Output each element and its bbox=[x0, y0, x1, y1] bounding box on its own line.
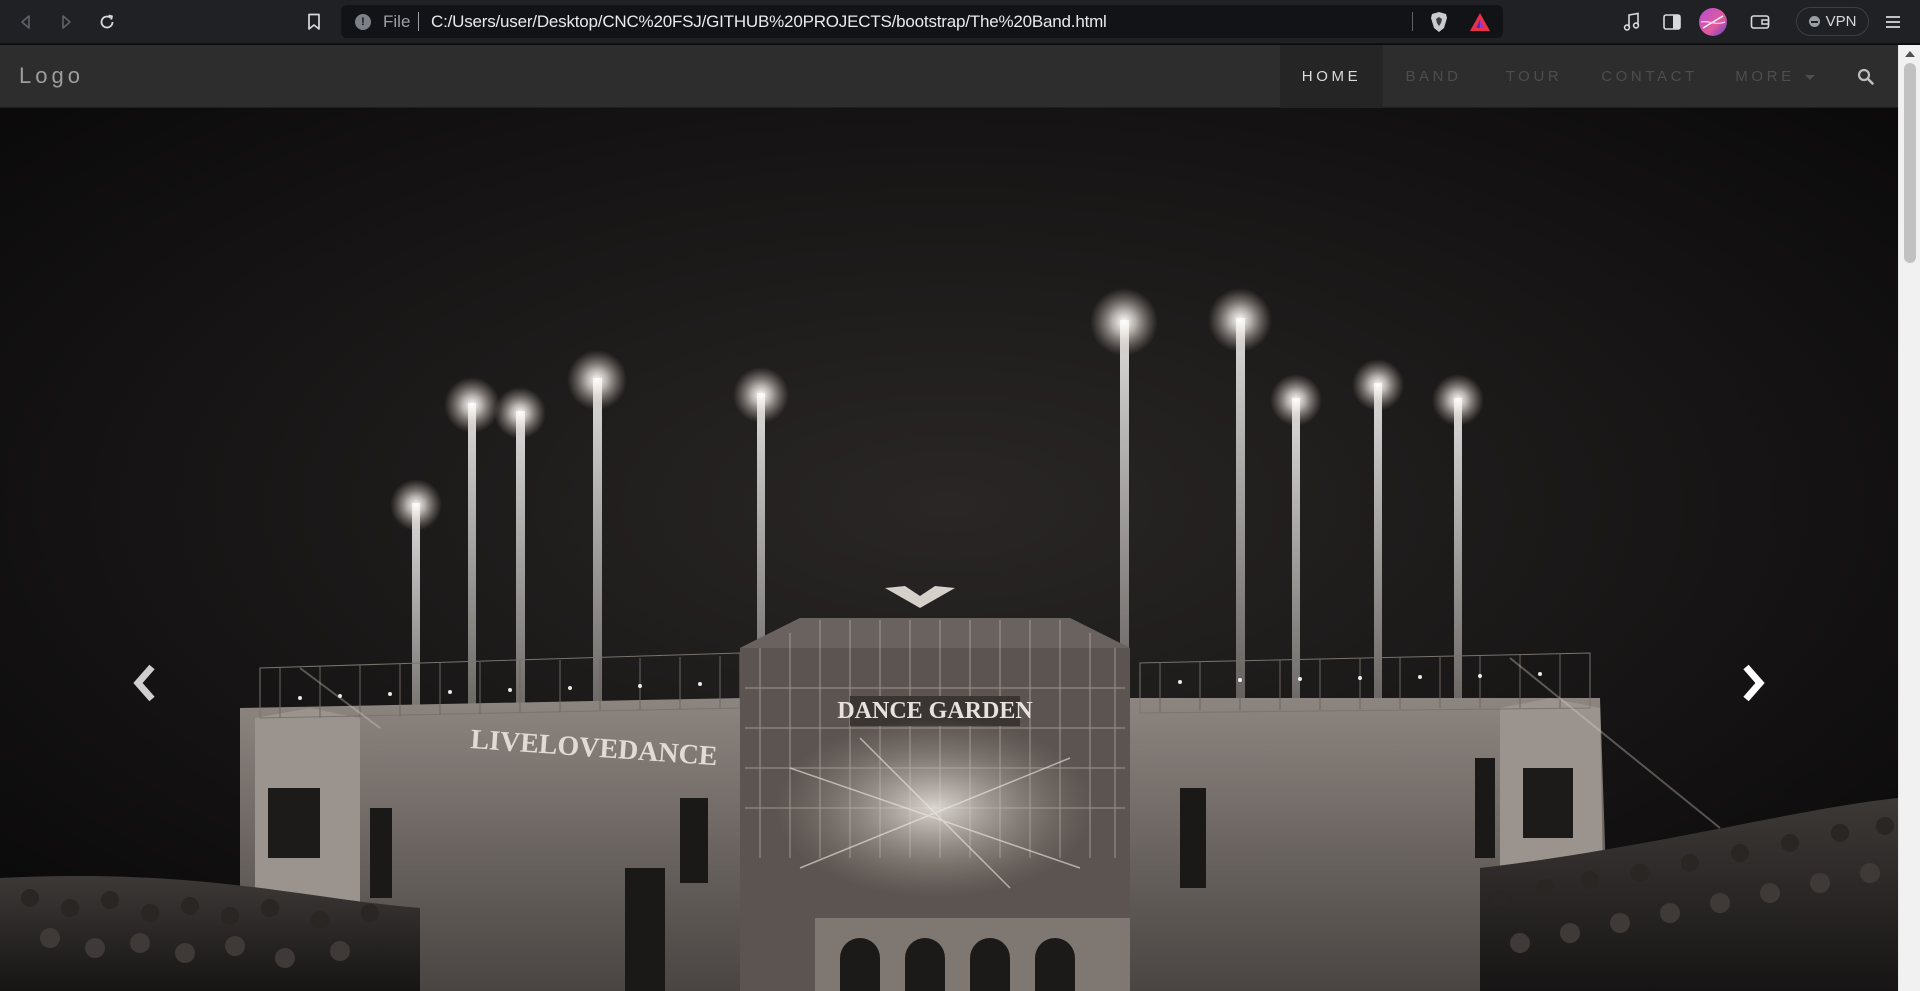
vpn-button[interactable]: VPN bbox=[1796, 7, 1869, 36]
brave-rewards-icon[interactable] bbox=[1469, 12, 1491, 32]
nav-home-label: HOME bbox=[1301, 68, 1362, 85]
bookmark-icon[interactable] bbox=[302, 9, 326, 35]
nav-band[interactable]: BAND bbox=[1383, 45, 1484, 108]
nav-more-dropdown[interactable]: MORE bbox=[1715, 45, 1835, 108]
nav-more-label: MORE bbox=[1735, 68, 1795, 85]
site-navbar: Logo HOME BAND TOUR CONTACT MORE bbox=[0, 45, 1898, 108]
chevron-right-icon bbox=[1743, 664, 1765, 702]
hero-carousel: DANCE GARDEN LIVELOVEDANCE bbox=[0, 108, 1898, 991]
search-icon[interactable] bbox=[1856, 67, 1878, 87]
nav-contact-label: CONTACT bbox=[1601, 68, 1698, 85]
caret-down-icon bbox=[1804, 75, 1815, 80]
nav-tour-label: TOUR bbox=[1505, 68, 1563, 85]
brave-shield-icon[interactable] bbox=[1429, 11, 1449, 33]
page-scrollbar[interactable] bbox=[1898, 45, 1920, 991]
concert-stage-image: DANCE GARDEN LIVELOVEDANCE bbox=[0, 108, 1898, 991]
carousel-prev-button[interactable] bbox=[125, 653, 165, 713]
nav-tour[interactable]: TOUR bbox=[1484, 45, 1584, 108]
vpn-status-icon bbox=[1808, 16, 1820, 27]
info-icon[interactable]: ! bbox=[355, 14, 371, 30]
address-bar[interactable]: ! File C:/Users/user/Desktop/CNC%20FSJ/G… bbox=[341, 5, 1503, 38]
back-icon[interactable] bbox=[12, 8, 40, 36]
forward-icon[interactable] bbox=[52, 8, 80, 36]
vpn-label: VPN bbox=[1825, 13, 1857, 30]
carousel-next-button[interactable] bbox=[1733, 653, 1773, 713]
wallet-icon[interactable] bbox=[1746, 8, 1774, 36]
nav-band-label: BAND bbox=[1405, 68, 1462, 85]
music-icon[interactable] bbox=[1618, 8, 1646, 36]
browser-toolbar: ! File C:/Users/user/Desktop/CNC%20FSJ/G… bbox=[0, 0, 1920, 44]
scheme-divider bbox=[418, 12, 419, 31]
omnibox-separator bbox=[1412, 12, 1413, 31]
scroll-thumb[interactable] bbox=[1904, 63, 1916, 263]
nav-home[interactable]: HOME bbox=[1280, 45, 1383, 108]
scroll-up-arrow-icon[interactable] bbox=[1905, 51, 1915, 57]
profile-avatar[interactable] bbox=[1699, 8, 1727, 36]
nav-contact[interactable]: CONTACT bbox=[1584, 45, 1715, 108]
site-logo[interactable]: Logo bbox=[19, 63, 84, 89]
url-text[interactable]: C:/Users/user/Desktop/CNC%20FSJ/GITHUB%2… bbox=[431, 12, 1107, 32]
chevron-left-icon bbox=[133, 664, 155, 702]
sidebar-icon[interactable] bbox=[1658, 8, 1686, 36]
url-scheme-label: File bbox=[383, 12, 411, 31]
menu-icon[interactable] bbox=[1879, 8, 1907, 36]
reload-icon[interactable] bbox=[93, 8, 121, 36]
